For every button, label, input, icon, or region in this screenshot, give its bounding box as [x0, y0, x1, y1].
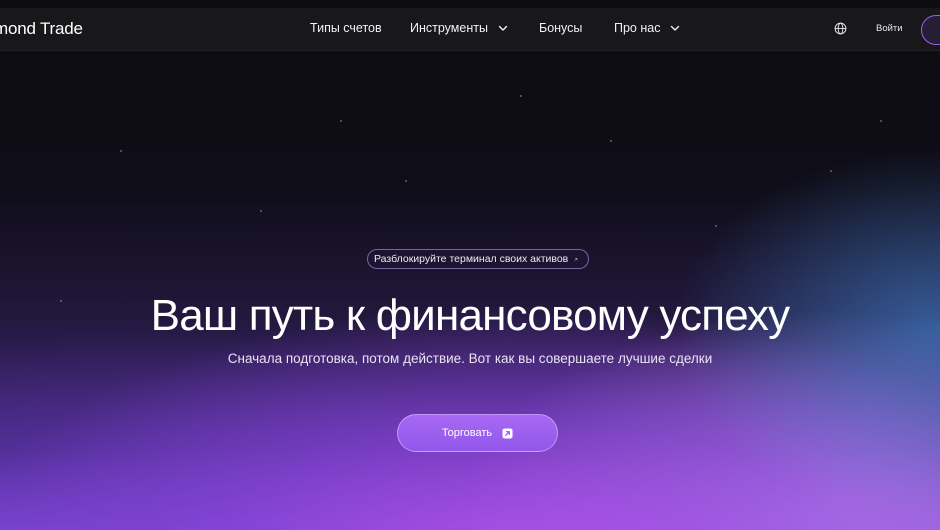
nav-item-label: Бонусы [539, 21, 583, 35]
globe-icon[interactable] [834, 22, 847, 35]
nav-item-instruments[interactable]: Инструменты [410, 21, 508, 35]
external-square-icon [502, 427, 513, 439]
trade-button[interactable]: Торговать [397, 414, 558, 452]
promo-badge-label: Разблокируйте терминал своих активов [374, 253, 569, 265]
chevron-down-icon [498, 25, 508, 31]
nav-item-label: Инструменты [410, 21, 488, 35]
hero-subtitle: Сначала подготовка, потом действие. Вот … [227, 351, 713, 366]
nav-item-bonuses[interactable]: Бонусы [539, 21, 582, 35]
nav-item-about[interactable]: Про нас [614, 21, 680, 35]
page: mond Trade Типы счетов Инструменты Бонус… [0, 0, 940, 530]
hero-title: Ваш путь к финансовому успеху [150, 291, 791, 340]
trade-button-label: Торговать [441, 427, 493, 439]
nav-item-account-types[interactable]: Типы счетов [310, 21, 382, 35]
promo-badge[interactable]: Разблокируйте терминал своих активов [367, 249, 589, 269]
nav-item-label: Типы счетов [310, 21, 382, 35]
arrow-up-right-icon [574, 257, 578, 261]
nav-item-label: Про нас [614, 21, 661, 35]
chevron-down-icon [671, 25, 680, 31]
main-nav: Типы счетов Инструменты Бонусы Про нас [0, 8, 940, 50]
login-link[interactable]: Войти [876, 23, 903, 34]
top-navbar: mond Trade Типы счетов Инструменты Бонус… [0, 8, 940, 51]
